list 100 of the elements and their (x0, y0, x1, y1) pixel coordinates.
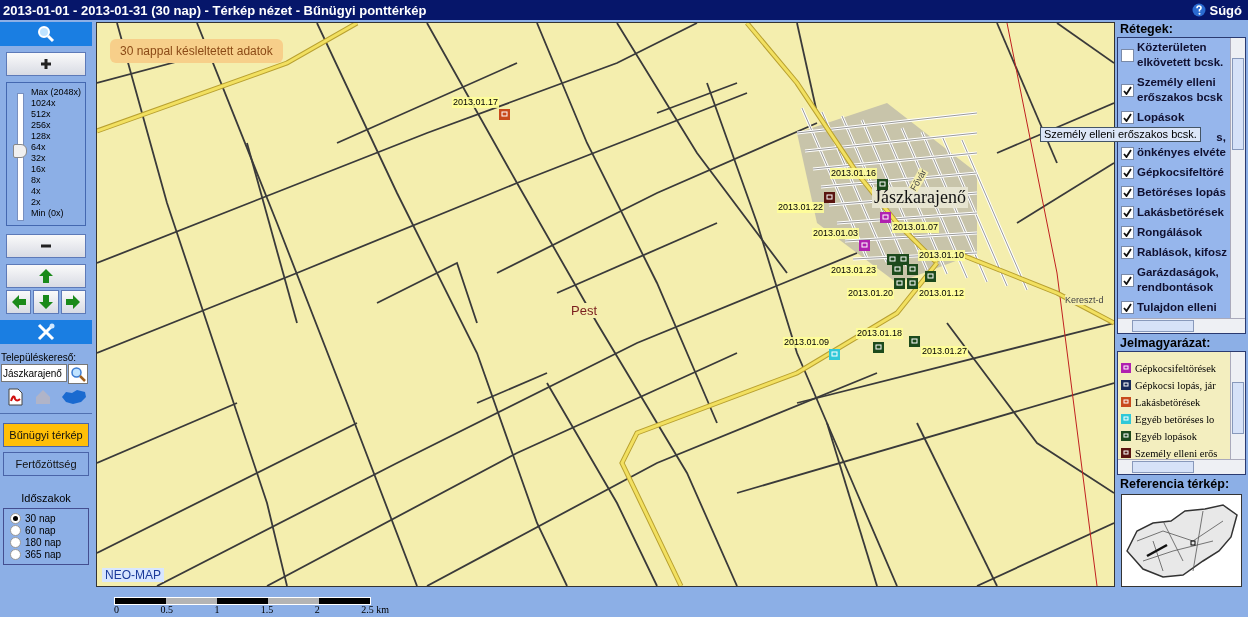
legend-label: Egyéb betöréses lo (1135, 413, 1215, 425)
layer-label: Tulajdon elleni (1137, 300, 1217, 315)
help-icon (1191, 3, 1206, 17)
period-label: 60 nap (25, 525, 56, 536)
layer-item[interactable]: Tulajdon elleni (1121, 300, 1230, 315)
crime-marker-icon[interactable] (829, 349, 840, 360)
zoom-in-button[interactable] (6, 52, 86, 76)
zoom-slider[interactable] (13, 93, 27, 221)
radio-button[interactable] (10, 537, 21, 548)
period-option[interactable]: 365 nap (10, 549, 82, 560)
legend-label: Gépkocsi lopás, jár (1135, 379, 1216, 391)
map-mode-button[interactable]: Fertőzöttség (3, 452, 89, 476)
radio-button[interactable] (10, 549, 21, 560)
layer-label: önkényes elvéte (1137, 145, 1226, 160)
layer-checkbox[interactable] (1121, 83, 1134, 97)
date-label: 2013.01.10 (918, 250, 966, 261)
vertical-scrollbar[interactable] (1230, 351, 1245, 460)
layer-checkbox[interactable] (1121, 206, 1134, 219)
pan-down-button[interactable] (33, 290, 59, 314)
layer-label: rendbontások (1137, 280, 1215, 295)
crime-marker-icon[interactable] (824, 192, 835, 203)
slider-thumb[interactable] (13, 143, 27, 158)
pan-right-button[interactable] (60, 290, 86, 314)
date-label: 2013.01.18 (856, 328, 904, 339)
legend-marker-icon (1121, 414, 1131, 424)
crime-marker-icon[interactable] (877, 179, 888, 190)
check-icon (1123, 149, 1132, 158)
date-label: 2013.01.17 (452, 97, 500, 108)
layer-label: erőszakos bcsk (1137, 90, 1223, 105)
check-icon (1123, 113, 1132, 122)
layer-checkbox[interactable] (1121, 166, 1134, 179)
layer-checkbox[interactable] (1121, 147, 1134, 160)
help-button[interactable]: Súgó (1191, 2, 1242, 18)
layers-title: Rétegek: (1120, 22, 1174, 36)
town-search-field[interactable]: Jászkarajenő (1, 364, 67, 382)
scale-label: 0.5 (160, 605, 173, 615)
period-option[interactable]: 30 nap (10, 513, 82, 524)
crime-marker-icon[interactable] (907, 278, 918, 289)
radio-button[interactable] (10, 513, 21, 524)
layer-item[interactable]: Személy elleni erőszakos bcsk (1121, 75, 1230, 105)
layer-item[interactable]: Betöréses lopás (1121, 185, 1230, 200)
scale-label: 2.5 km (361, 605, 389, 615)
check-icon (1123, 228, 1132, 237)
periods-title: Időszakok (20, 492, 72, 504)
pan-up-button[interactable] (6, 264, 86, 288)
check-icon (1123, 208, 1132, 217)
zoom-level-label: 16x (31, 164, 47, 175)
map-mode-button[interactable]: Bűnügyi térkép (3, 423, 89, 447)
layer-checkbox[interactable] (1121, 273, 1134, 287)
layer-item[interactable]: Közterületen elkövetett bcsk. (1121, 40, 1230, 70)
layer-label: Rongálások (1137, 225, 1203, 240)
search-button[interactable] (68, 364, 88, 384)
horizontal-scrollbar[interactable] (1118, 459, 1245, 475)
crime-marker-icon[interactable] (873, 342, 884, 353)
crime-marker-icon[interactable] (880, 212, 891, 223)
legend-title: Jelmagyarázat: (1120, 335, 1212, 350)
layer-checkbox[interactable] (1121, 301, 1134, 314)
crime-marker-icon[interactable] (499, 109, 510, 120)
layer-checkbox[interactable] (1121, 186, 1134, 199)
map-brand-label: NEO-MAP (102, 568, 164, 582)
crime-marker-icon[interactable] (892, 264, 903, 275)
crime-marker-icon[interactable] (925, 271, 936, 282)
legend-marker-icon (1121, 448, 1131, 458)
layer-label: elkövetett bcsk. (1137, 55, 1224, 70)
legend-marker-icon (1121, 397, 1131, 407)
crime-marker-icon[interactable] (887, 254, 898, 265)
crime-marker-icon[interactable] (859, 240, 870, 251)
horizontal-scrollbar[interactable] (1118, 317, 1245, 333)
delayed-data-notice: 30 nappal késleltetett adatok (110, 39, 283, 63)
layer-checkbox[interactable] (1121, 226, 1134, 239)
layer-checkbox[interactable] (1121, 111, 1134, 124)
crime-marker-icon[interactable] (898, 254, 909, 265)
reference-map-title: Referencia térkép: (1120, 477, 1231, 492)
crime-marker-icon[interactable] (894, 278, 905, 289)
check-icon (1123, 275, 1132, 285)
layer-item[interactable]: Gépkocsifeltöré (1121, 165, 1230, 180)
date-label: 2013.01.23 (830, 265, 878, 276)
period-option[interactable]: 60 nap (10, 525, 82, 536)
up-arrow-icon (38, 268, 54, 284)
layer-item[interactable]: Rablások, kifosz (1121, 245, 1230, 260)
layer-item[interactable]: Garázdaságok, rendbontások (1121, 265, 1230, 295)
crime-marker-icon[interactable] (907, 264, 918, 275)
radio-button[interactable] (10, 525, 21, 536)
legend-label: Egyéb lopások (1135, 430, 1198, 442)
tools-icon (36, 322, 56, 342)
layer-checkbox[interactable] (1121, 48, 1134, 62)
zoom-out-button[interactable] (6, 234, 86, 258)
vertical-scrollbar[interactable] (1230, 38, 1245, 318)
layer-checkbox[interactable] (1121, 246, 1134, 259)
date-label: 2013.01.22 (777, 202, 825, 213)
layer-item[interactable]: Lakásbetörések (1121, 205, 1230, 220)
date-label: 2013.01.27 (921, 346, 969, 357)
crime-marker-icon[interactable] (909, 336, 920, 347)
layer-item[interactable]: Lopások (1121, 110, 1230, 125)
search-icon (37, 25, 55, 43)
legend-marker-icon (1121, 363, 1131, 373)
layer-item[interactable]: Rongálások (1121, 225, 1230, 240)
period-option[interactable]: 180 nap (10, 537, 82, 548)
zoom-level-label: 32x (31, 153, 47, 164)
pan-left-button[interactable] (6, 290, 32, 314)
